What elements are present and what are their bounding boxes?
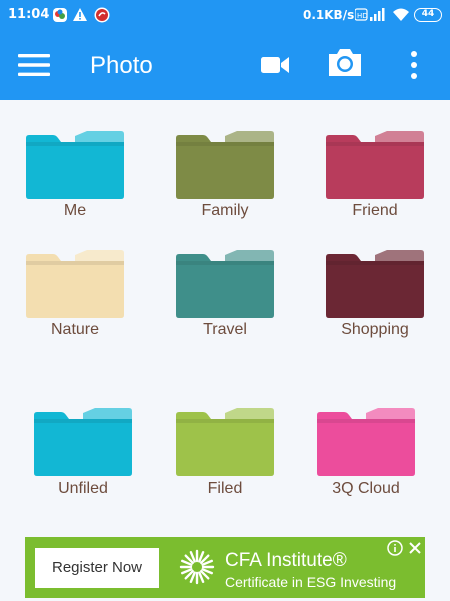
folder-crease [326,142,424,146]
folder-shopping[interactable]: Shopping [325,247,425,338]
folder-nature[interactable]: Nature [25,247,125,338]
ad-subtitle: Certificate in ESG Investing [225,574,397,590]
ad-brand: CFA Institute® [225,550,347,571]
folder-icon [34,408,132,476]
video-camera-icon[interactable] [260,54,290,80]
folder-crease [26,261,124,265]
folder-label: Family [201,202,249,219]
status-bar: 11:04 0.1KB/s HD 44 [0,0,450,30]
app-bar: Photo [0,30,450,100]
folder-crease [176,261,274,265]
ad-banner[interactable]: Register Now CFA Institute® Certificate … [25,537,425,598]
folder-crease [317,419,415,423]
network-speed: 0.1KB/s [303,8,355,22]
folder-label: Travel [203,321,247,338]
folder-crease [26,142,124,146]
folder-icon [317,408,415,476]
folder-travel[interactable]: Travel [175,247,275,338]
folder-friend[interactable]: Friend [325,128,425,219]
app-badge-icon [94,7,110,27]
folder-label: Nature [50,321,100,338]
ad-info-icon[interactable] [387,540,403,560]
warning-icon [72,7,88,26]
folder-crease [326,261,424,265]
folder-icon [326,250,424,318]
folder-crease [176,142,274,146]
more-options-icon[interactable] [410,50,418,84]
folder-crease [176,419,274,423]
svg-text:HD: HD [357,12,368,20]
folder-me[interactable]: Me [25,128,125,219]
folder-icon [26,250,124,318]
folder-label: Me [63,202,87,219]
menu-icon[interactable] [18,51,50,79]
page-title: Photo [90,52,153,79]
app-notification-icon [52,7,68,27]
cfa-logo-icon [177,547,217,591]
folder-filed[interactable]: Filed [175,405,275,497]
folder-label: Unfiled [58,480,108,497]
folder-label: Shopping [341,321,409,338]
folder-icon [326,131,424,199]
ad-close-icon[interactable] [407,540,423,560]
register-now-button[interactable]: Register Now [35,548,159,588]
folder-icon [26,131,124,199]
folder-label: Filed [207,480,243,497]
battery-indicator: 44 [414,8,442,22]
folder-unfiled[interactable]: Unfiled [33,405,133,497]
folder-crease [34,419,132,423]
signal-icon: HD [354,7,387,27]
status-time: 11:04 [8,7,50,22]
folder-icon [176,131,274,199]
folder-label: Friend [352,202,398,219]
folder-3q-cloud[interactable]: 3Q Cloud [316,405,416,497]
folder-family[interactable]: Family [175,128,275,219]
folder-icon [176,408,274,476]
folder-label: 3Q Cloud [332,480,400,497]
camera-icon[interactable] [327,46,363,82]
wifi-icon [392,7,410,26]
folder-icon [176,250,274,318]
